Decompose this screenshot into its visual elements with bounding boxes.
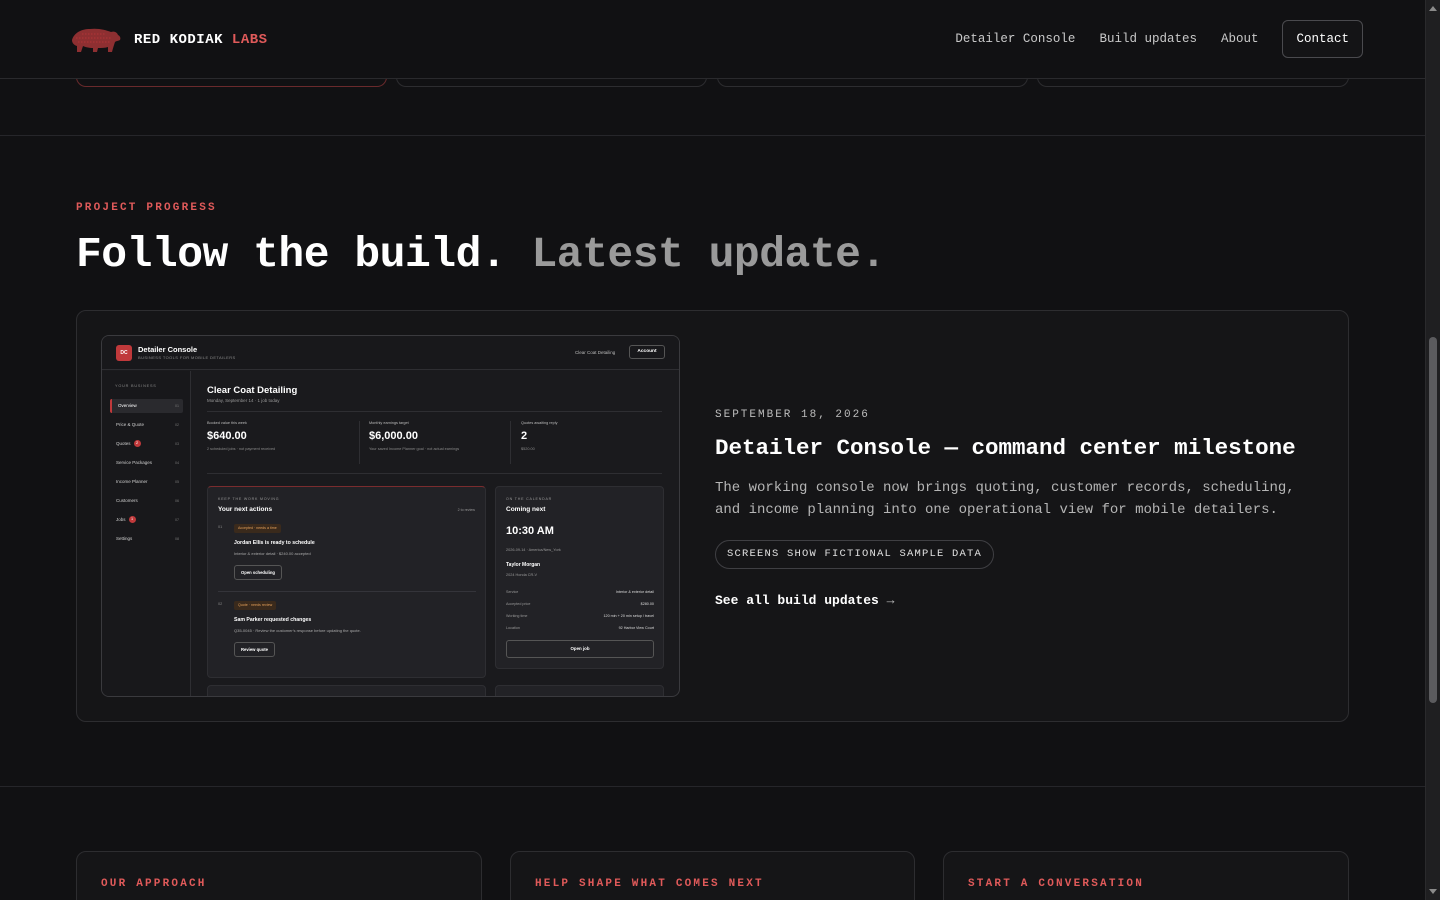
- action-tag: Accepted · needs a time: [234, 524, 281, 533]
- sidebar-item-service-packages: Service Packages 04: [116, 460, 179, 465]
- sidebar-item-price-quote: Price & Quote 02: [116, 422, 179, 427]
- calendar-panel: ON THE CALENDAR Coming next 10:30 AM 202…: [495, 486, 664, 669]
- panel-partial: [495, 685, 664, 696]
- sidebar-item-customers: Customers 06: [116, 498, 179, 503]
- quotes-badge: 2: [133, 440, 141, 448]
- card-help-shape: HELP SHAPE WHAT COMES NEXT: [510, 851, 915, 900]
- sidebar-item-overview: Overview 01: [110, 399, 183, 413]
- page-scrollbar[interactable]: [1425, 0, 1440, 900]
- latest-update-card: DC Detailer Console BUSINESS TOOLS FOR M…: [76, 310, 1349, 722]
- nav-link-detailer-console[interactable]: Detailer Console: [955, 32, 1075, 46]
- scroll-up-icon[interactable]: [1429, 6, 1437, 11]
- sidebar-item-quotes: Quotes 2 03: [116, 440, 179, 448]
- progress-eyebrow: PROJECT PROGRESS: [76, 202, 217, 214]
- app-sidebar: YOUR BUSINESS Overview 01 Price & Quote 02…: [102, 371, 191, 696]
- main-nav: Detailer Console Build updates About Con…: [955, 20, 1363, 58]
- headline-muted: Latest update.: [531, 230, 886, 279]
- sidebar-heading: YOUR BUSINESS: [115, 384, 157, 388]
- nav-link-about[interactable]: About: [1221, 32, 1259, 46]
- update-date: SEPTEMBER 18, 2026: [715, 409, 870, 421]
- app-date-line: Monday, September 14 · 1 job today: [207, 398, 280, 403]
- brand-logo[interactable]: RED KODIAK LABS: [66, 24, 268, 56]
- next-actions-panel: KEEP THE WORK MOVING Your next actions 2…: [207, 486, 486, 678]
- review-quote-button: Review quote: [234, 642, 275, 657]
- jobs-badge: 1: [128, 516, 136, 524]
- app-business-name: Clear Coat Detailing: [575, 350, 616, 355]
- card-start-conversation: START A CONVERSATION: [943, 851, 1349, 900]
- update-title: Detailer Console — command center milest…: [715, 435, 1296, 461]
- contact-button[interactable]: Contact: [1282, 20, 1363, 58]
- open-job-button: Open job: [506, 640, 654, 658]
- scrollbar-thumb[interactable]: [1429, 337, 1437, 703]
- app-topbar: DC Detailer Console BUSINESS TOOLS FOR M…: [102, 336, 679, 370]
- app-subtitle: BUSINESS TOOLS FOR MOBILE DETAILERS: [138, 355, 236, 360]
- app-logo: DC: [116, 345, 132, 361]
- app-main: Clear Coat Detailing Monday, September 1…: [192, 371, 679, 696]
- sidebar-item-settings: Settings 08: [116, 536, 179, 541]
- see-all-label: See all build updates: [715, 593, 879, 608]
- update-description: The working console now brings quoting, …: [715, 480, 1295, 518]
- kpi-quotes-awaiting: Quotes awaiting reply 2 $520.00: [521, 421, 558, 451]
- divider: [207, 473, 662, 474]
- nav-link-build-updates[interactable]: Build updates: [1099, 32, 1197, 46]
- open-scheduling-button: Open scheduling: [234, 565, 282, 580]
- brand-accent: LABS: [231, 32, 268, 48]
- divider: [218, 591, 476, 592]
- card-heading: HELP SHAPE WHAT COMES NEXT: [535, 878, 764, 890]
- sidebar-item-jobs: Jobs 1 07: [116, 516, 179, 524]
- see-all-updates-link[interactable]: See all build updates →: [715, 593, 894, 608]
- site-header: RED KODIAK LABS Detailer Console Build u…: [0, 0, 1425, 79]
- arrow-right-icon: →: [886, 593, 895, 608]
- sample-data-badge: SCREENS SHOW FICTIONAL SAMPLE DATA: [715, 540, 995, 569]
- card-heading: START A CONVERSATION: [968, 878, 1145, 890]
- section-divider: [0, 786, 1425, 787]
- section-divider: [0, 135, 1425, 136]
- action-tag: Quote · needs review: [234, 601, 277, 610]
- panel-partial: [207, 685, 486, 696]
- sidebar-item-income-planner: Income Planner 05: [116, 479, 179, 484]
- app-account-button: Account: [629, 345, 665, 359]
- headline-main: Follow the build.: [76, 230, 507, 279]
- bear-logo-icon: [72, 28, 121, 52]
- divider: [510, 421, 511, 464]
- divider: [207, 411, 662, 412]
- app-name: Detailer Console: [138, 345, 198, 354]
- card-heading: OUR APPROACH: [101, 878, 207, 890]
- brand-name: RED KODIAK: [134, 32, 224, 48]
- card-our-approach: OUR APPROACH: [76, 851, 482, 900]
- app-page-title: Clear Coat Detailing: [207, 385, 298, 396]
- scroll-down-icon[interactable]: [1429, 889, 1437, 894]
- divider: [359, 421, 360, 464]
- kpi-booked-value: Booked value this week $640.00 2 schedul…: [207, 421, 276, 451]
- kpi-monthly-target: Monthly earnings target $6,000.00 Your s…: [369, 421, 460, 451]
- app-screenshot: DC Detailer Console BUSINESS TOOLS FOR M…: [101, 335, 680, 697]
- progress-headline: Follow the build. Latest update.: [76, 230, 886, 279]
